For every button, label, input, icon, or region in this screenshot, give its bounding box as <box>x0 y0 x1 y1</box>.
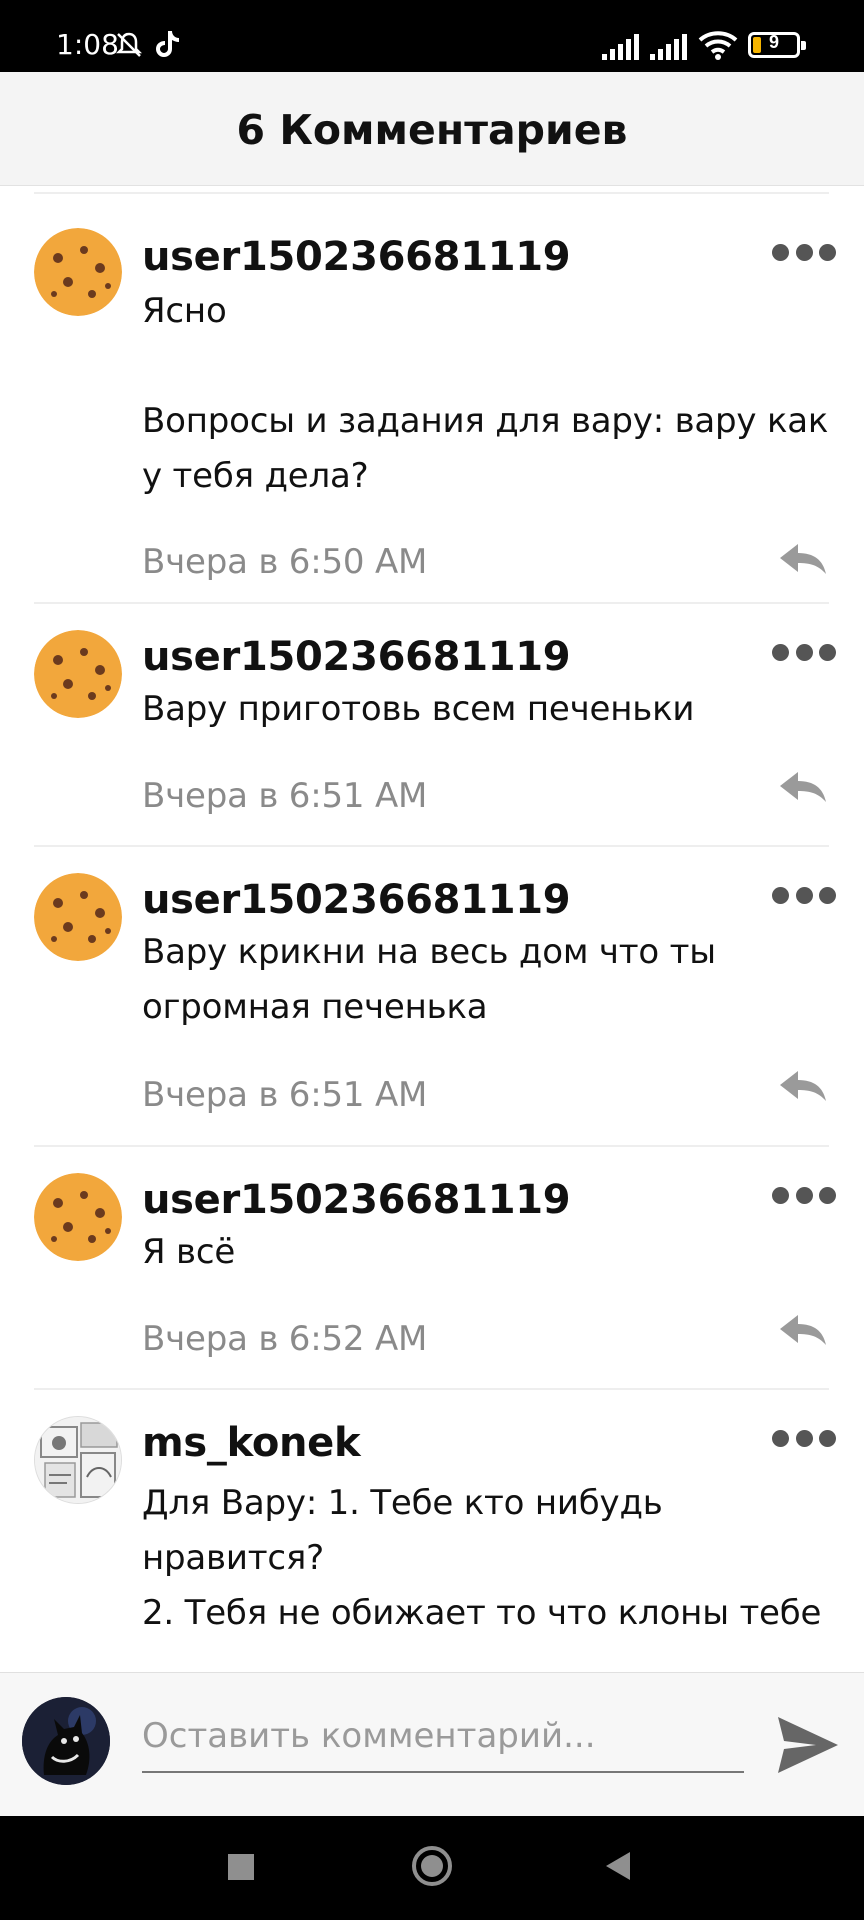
comment-item: user150236681119 Ясно Вопросы и задания … <box>0 194 864 604</box>
manga-avatar-icon <box>35 1417 121 1503</box>
reply-icon[interactable] <box>778 1313 828 1347</box>
more-options-icon[interactable] <box>772 240 836 264</box>
comment-text: Я всё <box>142 1232 236 1272</box>
more-options-icon[interactable] <box>772 883 836 907</box>
signal-icon <box>650 34 687 60</box>
my-avatar[interactable] <box>22 1697 110 1785</box>
username[interactable]: ms_konek <box>142 1420 361 1466</box>
cat-avatar-icon <box>22 1697 110 1785</box>
comment-item: user150236681119 Вару приготовь всем печ… <box>0 604 864 847</box>
comment-text: Ясно Вопросы и задания для вару: вару ка… <box>142 291 829 496</box>
wifi-icon <box>698 31 738 60</box>
status-bar: 1:08 9 <box>0 0 864 72</box>
battery-level: 9 <box>768 32 779 52</box>
home-button[interactable] <box>412 1846 452 1886</box>
notifications-off-icon <box>115 32 143 57</box>
username[interactable]: user150236681119 <box>142 234 571 280</box>
cookie-avatar-icon <box>34 873 122 961</box>
comment-time: Вчера в 6:50 AM <box>142 542 428 582</box>
recent-apps-button[interactable] <box>228 1854 254 1880</box>
comment-item: user150236681119 Я всё Вчера в 6:52 AM <box>0 1147 864 1390</box>
comment-time: Вчера в 6:52 AM <box>142 1319 428 1359</box>
avatar[interactable] <box>34 630 122 718</box>
avatar[interactable] <box>34 228 122 316</box>
cookie-avatar-icon <box>34 228 122 316</box>
comment-time: Вчера в 6:51 AM <box>142 776 428 816</box>
more-options-icon[interactable] <box>772 640 836 664</box>
send-icon[interactable] <box>776 1713 840 1777</box>
comment-text: Вару крикни на весь дом что ты огромная … <box>142 932 716 1027</box>
comment-input-bar <box>0 1672 864 1816</box>
navigation-bar <box>0 1816 864 1920</box>
page-title: 6 Комментариев <box>236 106 628 154</box>
comment-text: Для Вару: 1. Тебе кто нибудь нравится? 2… <box>142 1483 822 1633</box>
comment-item: user150236681119 Вару крикни на весь дом… <box>0 847 864 1147</box>
signal-icon <box>602 34 639 60</box>
username[interactable]: user150236681119 <box>142 877 571 923</box>
cookie-avatar-icon <box>34 1173 122 1261</box>
comments-header: 6 Комментариев <box>0 72 864 186</box>
more-options-icon[interactable] <box>772 1183 836 1207</box>
battery-icon: 9 <box>748 32 806 58</box>
avatar[interactable] <box>34 1416 122 1504</box>
tiktok-icon <box>156 31 179 57</box>
username[interactable]: user150236681119 <box>142 1177 571 1223</box>
comment-item: ms_konek Для Вару: 1. Тебе кто нибудь нр… <box>0 1390 864 1672</box>
comment-input[interactable] <box>142 1701 744 1773</box>
back-button[interactable] <box>604 1850 632 1882</box>
comments-list[interactable]: user150236681119 Ясно Вопросы и задания … <box>0 186 864 1672</box>
comment-text: Вару приготовь всем печеньки <box>142 689 695 729</box>
reply-icon[interactable] <box>778 1069 828 1103</box>
avatar[interactable] <box>34 873 122 961</box>
cookie-avatar-icon <box>34 630 122 718</box>
more-options-icon[interactable] <box>772 1426 836 1450</box>
reply-icon[interactable] <box>778 542 828 576</box>
reply-icon[interactable] <box>778 770 828 804</box>
avatar[interactable] <box>34 1173 122 1261</box>
comment-time: Вчера в 6:51 AM <box>142 1075 428 1115</box>
status-time: 1:08 <box>56 28 119 61</box>
username[interactable]: user150236681119 <box>142 634 571 680</box>
